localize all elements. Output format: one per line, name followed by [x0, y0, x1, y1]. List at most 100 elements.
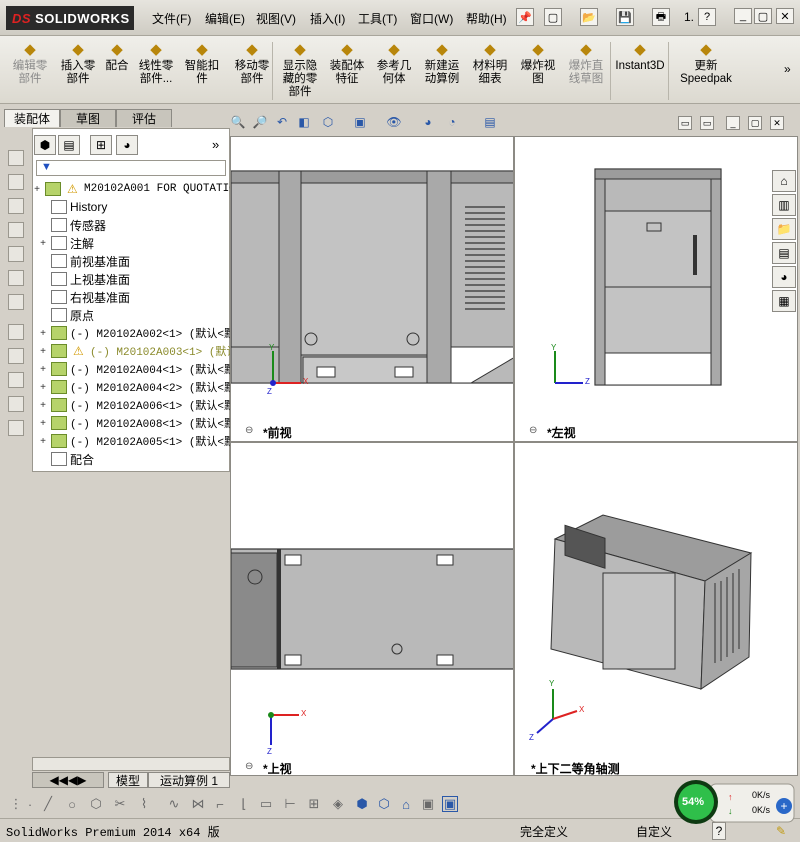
expand-toggle-icon[interactable]: + [38, 364, 48, 375]
custom-units[interactable]: 自定义 [636, 822, 672, 840]
tree-item[interactable]: 右视基准面 [38, 288, 130, 306]
minimize-button[interactable]: _ [734, 8, 752, 24]
custom-properties-icon[interactable]: ▦ [772, 290, 796, 312]
command-explode-view-button[interactable]: ◆ 爆炸视 图 [516, 40, 560, 86]
cube-icon[interactable] [8, 198, 24, 214]
tab-model[interactable]: 模型 [108, 772, 148, 788]
3d-sketch-icon[interactable]: ⬢ [354, 796, 370, 812]
command-mate-button[interactable]: ◆ 配合 [100, 40, 134, 73]
save-icon[interactable]: 💾 [616, 8, 634, 26]
more-commands-chevron-icon[interactable]: » [784, 62, 791, 76]
expand-toggle-icon[interactable]: + [38, 238, 48, 249]
close-button[interactable]: ✕ [776, 8, 794, 24]
circle-icon[interactable]: ○ [64, 796, 80, 812]
viewport-top[interactable]: X Z ⊖ *上视 [230, 442, 514, 776]
tree-item[interactable]: 前视基准面 [38, 252, 130, 270]
menu-view[interactable]: 视图(V) [256, 10, 296, 27]
expand-toggle-icon[interactable]: + [38, 418, 48, 429]
viewport-split-icon[interactable]: ▭ [678, 116, 692, 130]
sketch-tool-icon[interactable] [8, 396, 24, 412]
viewport-front[interactable]: Y X Z ⊖ *前视 [230, 136, 514, 442]
expand-toggle-icon[interactable]: + [32, 184, 42, 195]
sketch-tool-icon[interactable] [8, 324, 24, 340]
pin-icon[interactable]: 📌 [516, 8, 534, 26]
menu-file[interactable]: 文件(F) [152, 10, 191, 27]
apply-scene-icon[interactable]: ◔ [444, 114, 460, 130]
cube-icon[interactable] [8, 270, 24, 286]
tree-filter-input[interactable]: ▼ [36, 160, 226, 176]
component-icon[interactable]: ⬡ [376, 796, 392, 812]
new-document-icon[interactable]: ▢ [544, 8, 562, 26]
command-instant3d-button[interactable]: ◆ Instant3D [612, 40, 668, 73]
sketch-tool-icon[interactable] [8, 420, 24, 436]
open-document-icon[interactable]: 📂 [580, 8, 598, 26]
tree-item[interactable]: 原点 [38, 306, 94, 324]
offset-icon[interactable]: ∿ [166, 796, 182, 812]
box-icon[interactable]: ▣ [420, 796, 436, 812]
command-assembly-feature-button[interactable]: ◆ 装配体 特征 [324, 40, 370, 86]
solidworks-logo[interactable]: DS SOLIDWORKS [6, 6, 134, 30]
expand-toggle-icon[interactable]: + [38, 436, 48, 447]
viewport-close-icon[interactable]: ✕ [770, 116, 784, 130]
command-show-hidden-button[interactable]: ◆ 显示隐 藏的零 部件 [278, 40, 322, 99]
command-move-component-button[interactable]: ◆ 移动零 部件 [228, 40, 276, 86]
menu-help[interactable]: 帮助(H) [466, 10, 507, 27]
cube-icon[interactable] [8, 246, 24, 262]
command-motion-study-button[interactable]: ◆ 新建运 动算例 [418, 40, 466, 86]
grid-icon[interactable]: ⊞ [306, 796, 322, 812]
view-settings-icon[interactable]: ▤ [482, 114, 498, 130]
tree-item[interactable]: 上视基准面 [38, 270, 130, 288]
appearances-icon[interactable]: ◕ [772, 266, 796, 288]
tab-motion-study[interactable]: 运动算例 1 [148, 772, 230, 788]
tree-item[interactable]: + (-) M20102A004<1> (默认<默 [38, 360, 235, 378]
viewport-minimize-icon[interactable]: _ [726, 116, 740, 130]
feature-tree-icon[interactable]: ⬢ [34, 135, 56, 155]
shaded-box-icon[interactable]: ▣ [442, 796, 458, 812]
cube-icon[interactable] [8, 174, 24, 190]
command-explode-line-button[interactable]: ◆ 爆炸直 线草图 [562, 40, 610, 86]
tab-assembly[interactable]: 装配体 [4, 109, 60, 127]
file-explorer-icon[interactable]: 📁 [772, 218, 796, 240]
command-speedpak-button[interactable]: ◆ 更新 Speedpak [676, 40, 736, 86]
expand-toggle-icon[interactable]: + [38, 382, 48, 393]
print-icon[interactable]: 🖶 [652, 8, 670, 26]
command-edit-component-button[interactable]: ◆ 编辑零 部件 [8, 40, 52, 86]
menu-tools[interactable]: 工具(T) [358, 10, 397, 27]
cube-icon[interactable] [8, 222, 24, 238]
tab-evaluate[interactable]: 评估 [116, 109, 172, 127]
viewport-isometric[interactable]: Y X Z *上下二等角轴测 [514, 442, 798, 776]
command-reference-geometry-button[interactable]: ◆ 参考几 何体 [372, 40, 416, 86]
menu-window[interactable]: 窗口(W) [410, 10, 453, 27]
edit-appearance-icon[interactable]: ◕ [420, 114, 436, 130]
camera-icon[interactable]: ⌂ [398, 796, 414, 812]
rectangle-icon[interactable]: ▭ [258, 796, 274, 812]
network-speed-widget[interactable]: + ↑ ↓ 54% 0K/s 0K/s [674, 778, 796, 828]
menu-insert[interactable]: 插入(I) [310, 10, 345, 27]
display-style-icon[interactable]: ▣ [352, 114, 368, 130]
zoom-area-icon[interactable]: 🔎 [252, 114, 268, 130]
expand-toggle-icon[interactable]: + [38, 400, 48, 411]
fillet-icon[interactable]: ⌐ [212, 796, 228, 812]
menu-edit[interactable]: 编辑(E) [205, 10, 245, 27]
tree-item[interactable]: 传感器 [38, 216, 106, 234]
cube-icon[interactable] [8, 294, 24, 310]
viewport-link-icon[interactable]: ▭ [700, 116, 714, 130]
view-palette-icon[interactable]: ▤ [772, 242, 796, 264]
command-smart-fastener-button[interactable]: ◆ 智能扣 件 [180, 40, 224, 86]
sketch-tool-icon[interactable] [8, 348, 24, 364]
appearance-icon[interactable]: ◕ [116, 135, 138, 155]
previous-view-icon[interactable]: ↶ [274, 114, 290, 130]
tab-nav-arrows[interactable]: ◀◀◀▶ [32, 772, 104, 788]
tree-item[interactable]: + (-) M20102A004<2> (默认<默 [38, 378, 235, 396]
property-manager-icon[interactable]: ▤ [58, 135, 80, 155]
tree-item[interactable]: + (-) M20102A008<1> (默认<默 [38, 414, 235, 432]
line-icon[interactable]: ╱ [40, 796, 56, 812]
command-linear-pattern-button[interactable]: ◆ 线性零 部件... [134, 40, 178, 86]
dimension-icon[interactable]: ⊢ [282, 796, 298, 812]
expand-toggle-icon[interactable]: + [38, 346, 48, 357]
hide-show-items-icon[interactable]: 👁 [386, 114, 402, 130]
viewport-restore-icon[interactable]: ▢ [748, 116, 762, 130]
tree-item[interactable]: + (-) M20102A005<1> (默认<默 [38, 432, 235, 450]
corner-icon[interactable]: ⌊ [236, 796, 252, 812]
tree-item[interactable]: + 注解 [38, 234, 94, 252]
